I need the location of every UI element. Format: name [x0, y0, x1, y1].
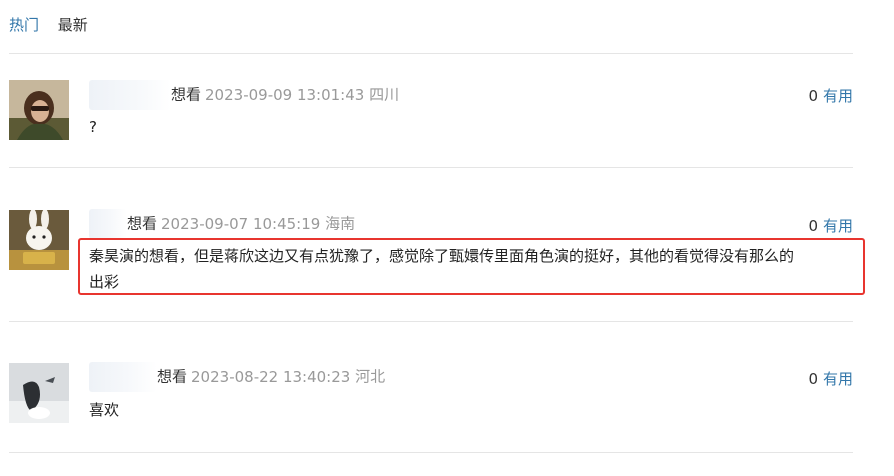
comment-location: 四川	[369, 85, 400, 104]
comment-location: 海南	[325, 214, 356, 233]
divider	[9, 321, 853, 322]
highlight-box	[78, 238, 865, 295]
rating-status: 想看	[127, 214, 158, 233]
avatar[interactable]	[9, 363, 69, 423]
comment-header: 想看 2023-09-09 13:01:43 四川	[89, 80, 399, 110]
avatar[interactable]	[9, 210, 69, 270]
divider	[9, 167, 853, 168]
vote-count: 0	[808, 87, 818, 105]
vote-count: 0	[808, 217, 818, 235]
useful-button[interactable]: 有用	[823, 370, 853, 388]
divider	[9, 452, 853, 453]
tab-hot[interactable]: 热门	[9, 16, 39, 34]
comment-text: 喜欢	[89, 401, 120, 419]
rating-status: 想看	[157, 367, 188, 386]
vote-count: 0	[808, 370, 818, 388]
vote-area: 0 有用	[808, 215, 853, 236]
username-blurred[interactable]	[89, 209, 127, 239]
comment-time: 2023-08-22 13:40:23	[191, 367, 351, 386]
vote-area: 0 有用	[808, 85, 853, 106]
comment-tabs: 热门 最新	[9, 14, 102, 35]
username-blurred[interactable]	[89, 80, 171, 110]
comment-header: 想看 2023-09-07 10:45:19 海南	[89, 209, 355, 239]
avatar[interactable]	[9, 80, 69, 140]
comment-time: 2023-09-09 13:01:43	[205, 85, 365, 104]
useful-button[interactable]: 有用	[823, 217, 853, 235]
comment-header: 想看 2023-08-22 13:40:23 河北	[89, 362, 385, 392]
rating-status: 想看	[171, 85, 202, 104]
vote-area: 0 有用	[808, 368, 853, 389]
comment-time: 2023-09-07 10:45:19	[161, 214, 321, 233]
tab-latest[interactable]: 最新	[58, 16, 88, 34]
divider	[9, 53, 853, 54]
username-blurred[interactable]	[89, 362, 157, 392]
comment-location: 河北	[355, 367, 386, 386]
useful-button[interactable]: 有用	[823, 87, 853, 105]
comment-text: ?	[89, 118, 97, 136]
